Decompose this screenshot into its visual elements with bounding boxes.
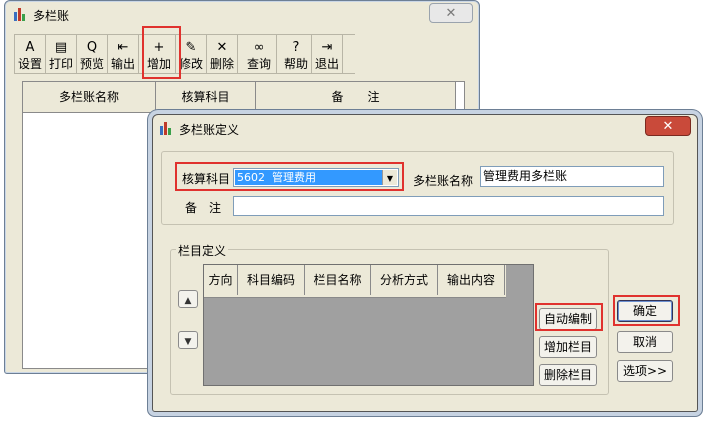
window-title: 多栏账: [33, 9, 70, 23]
printer-icon: ▤: [54, 40, 68, 55]
ledger-definition-dialog: 多栏账定义 ✕ 核算科目 5602 管理费用 ▼ 多栏账名称 管理费用多栏账 备…: [152, 114, 698, 412]
header-direction[interactable]: 方向: [204, 265, 238, 295]
ledger-name-input[interactable]: 管理费用多栏账: [480, 166, 664, 187]
header-output-content[interactable]: 输出内容: [438, 265, 505, 295]
close-icon: ✕: [445, 5, 457, 21]
export-label: 输出: [110, 57, 135, 71]
delete-label: 删除: [209, 57, 234, 71]
exit-door-icon: ⇥: [321, 40, 333, 55]
setup-button[interactable]: A 设置: [15, 35, 46, 73]
delete-column-button[interactable]: 删除栏目: [539, 364, 597, 386]
chevron-down-icon: ▼: [184, 337, 192, 347]
x-delete-icon: ✕: [216, 40, 228, 55]
preview-button[interactable]: Q 预览: [77, 35, 108, 73]
note-label: 备 注: [185, 201, 222, 215]
binoculars-icon: ∞: [253, 40, 265, 55]
table-header: 多栏账名称 核算科目 备 注: [23, 82, 464, 113]
exit-button[interactable]: ⇥ 退出: [312, 35, 343, 73]
note-input[interactable]: [233, 196, 664, 216]
delete-button[interactable]: ✕ 删除: [207, 35, 238, 73]
page-setup-icon: A: [25, 40, 35, 55]
account-highlight: [175, 162, 404, 191]
export-icon: ⇤: [117, 40, 129, 55]
print-label: 打印: [48, 57, 73, 71]
help-label: 帮助: [283, 57, 308, 71]
dialog-app-icon: [159, 120, 175, 136]
close-button[interactable]: ✕: [429, 3, 473, 23]
toolbar: A 设置 ▤ 打印 Q 预览 ⇤ 输出 + 增加 ✎ 修改 ✕ 删除 ∞ 查询? 帮助 ⇥ 退出: [14, 34, 355, 74]
header-account[interactable]: 核算科目: [156, 82, 256, 112]
column-grid[interactable]: 方向 科目编码 栏目名称 分析方式 输出内容: [203, 264, 534, 386]
magnifier-page-icon: Q: [86, 40, 98, 55]
dialog-title-bar[interactable]: 多栏账定义 ✕: [153, 115, 697, 141]
ledger-name-label: 多栏账名称: [413, 174, 474, 188]
header-ledger-name[interactable]: 多栏账名称: [23, 82, 156, 112]
dialog-close-button[interactable]: ✕: [645, 116, 691, 136]
add-column-button[interactable]: 增加栏目: [539, 336, 597, 358]
column-grid-header: 方向 科目编码 栏目名称 分析方式 输出内容: [204, 265, 506, 298]
header-analysis-mode[interactable]: 分析方式: [371, 265, 438, 295]
close-icon: ✕: [662, 118, 674, 134]
header-account-code[interactable]: 科目编码: [238, 265, 305, 295]
help-button[interactable]: ? 帮助: [281, 35, 312, 73]
title-bar[interactable]: 多栏账 ✕: [5, 1, 479, 27]
question-icon: ?: [292, 40, 300, 55]
move-up-button[interactable]: ▲: [178, 290, 198, 308]
header-column-name[interactable]: 栏目名称: [305, 265, 371, 295]
export-button[interactable]: ⇤ 输出: [108, 35, 139, 73]
app-icon: [13, 6, 29, 22]
add-button-highlight: [142, 26, 181, 79]
query-button[interactable]: ∞ 查询: [242, 35, 277, 73]
auto-compile-highlight: [535, 303, 603, 331]
move-down-button[interactable]: ▼: [178, 331, 198, 349]
query-label: 查询: [246, 57, 271, 71]
cancel-button[interactable]: 取消: [617, 331, 673, 353]
dialog-title: 多栏账定义: [179, 123, 240, 137]
ok-highlight: [613, 295, 680, 326]
print-button[interactable]: ▤ 打印: [46, 35, 77, 73]
chevron-up-icon: ▲: [184, 296, 192, 306]
column-group-label: 栏目定义: [176, 242, 229, 259]
setup-label: 设置: [17, 57, 42, 71]
exit-label: 退出: [314, 57, 339, 71]
options-button[interactable]: 选项>>: [617, 360, 673, 382]
preview-label: 预览: [79, 57, 104, 71]
header-note[interactable]: 备 注: [256, 82, 456, 112]
